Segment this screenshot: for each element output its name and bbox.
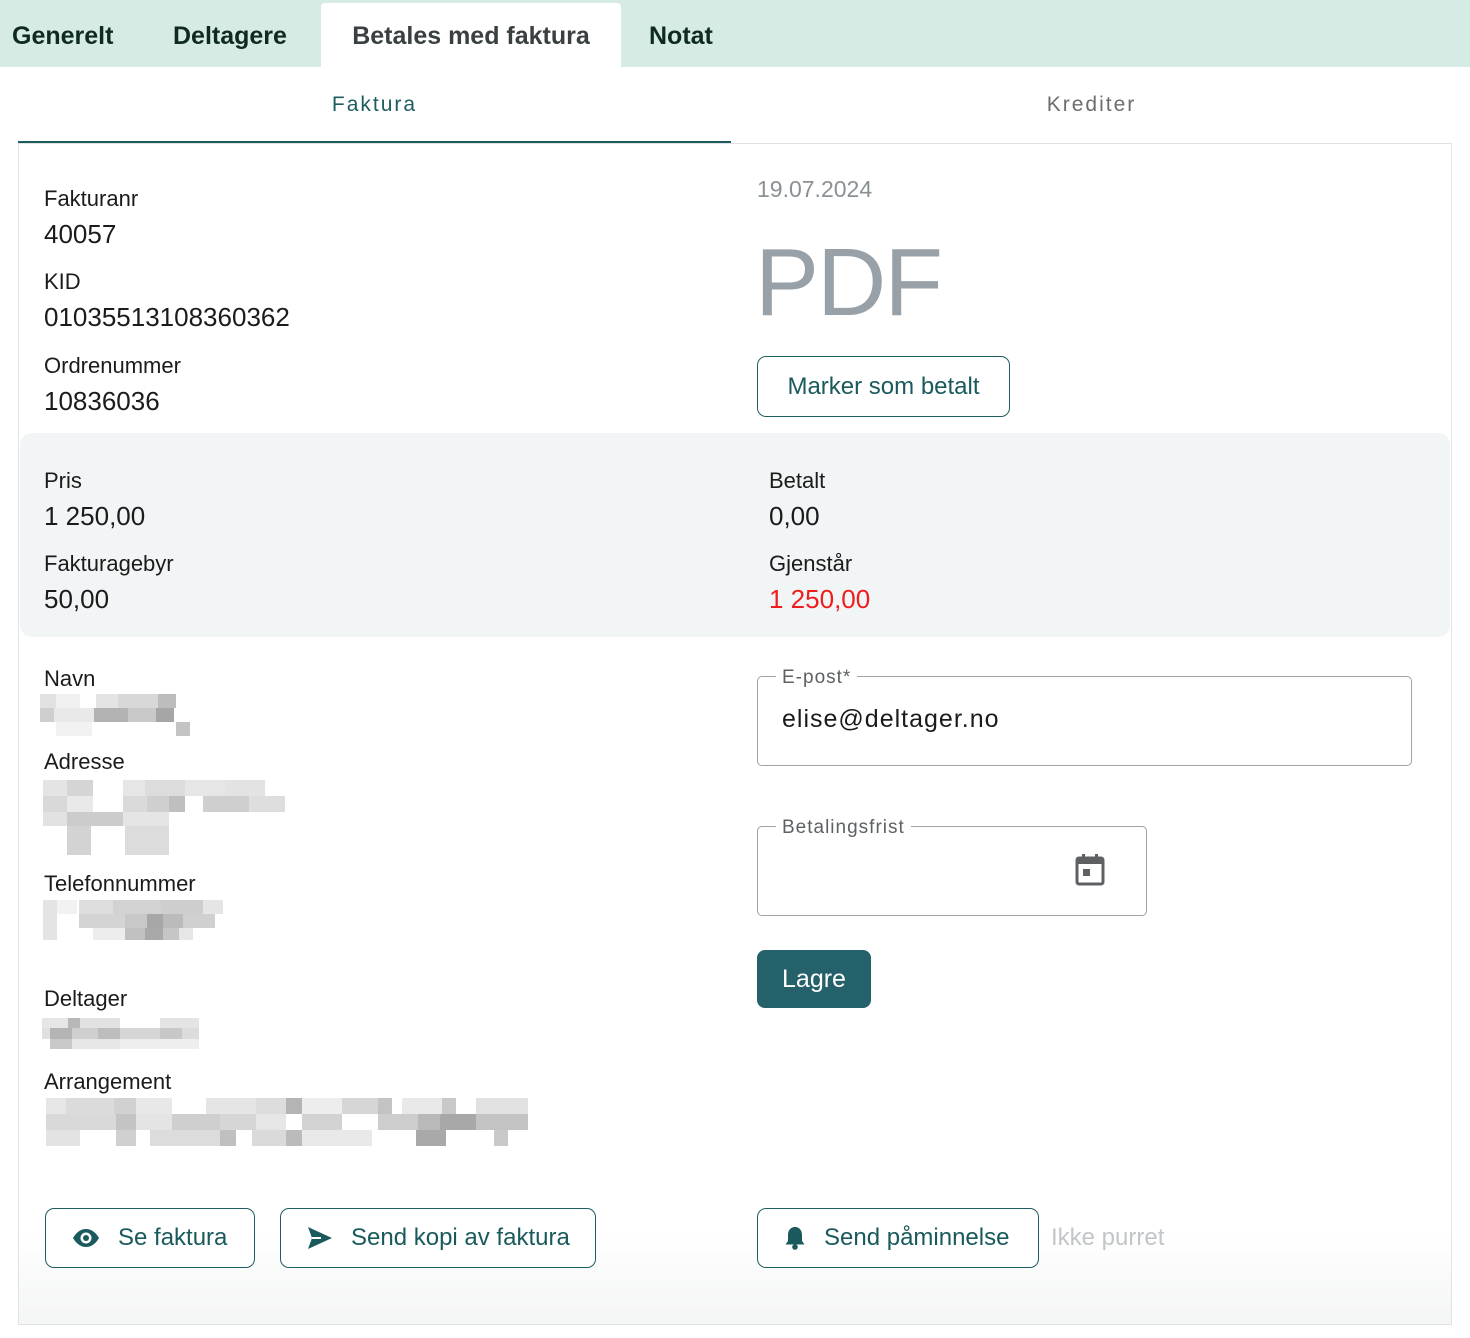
- invoice-date: 19.07.2024: [757, 176, 873, 202]
- deltager-label: Deltager: [44, 986, 128, 1011]
- adresse-label: Adresse: [44, 749, 125, 774]
- email-input-value[interactable]: elise@deltager.no: [782, 705, 1000, 734]
- payment-summary: [20, 433, 1450, 637]
- kid-value: 01035513108360362: [44, 302, 290, 332]
- mark-paid-button[interactable]: Marker som betalt: [757, 356, 1010, 417]
- fakturagebyr-value: 50,00: [44, 584, 110, 614]
- ordrenummer-value: 10836036: [44, 386, 160, 416]
- pris-label: Pris: [44, 468, 82, 493]
- subtab-faktura[interactable]: Faktura: [18, 68, 731, 144]
- subtab-krediter[interactable]: Krediter: [731, 68, 1452, 144]
- bell-icon: [784, 1225, 806, 1251]
- navn-value-redacted: [40, 694, 190, 736]
- ordrenummer-label: Ordrenummer: [44, 353, 181, 378]
- navn-label: Navn: [44, 666, 96, 691]
- telefon-label: Telefonnummer: [44, 871, 196, 896]
- send-icon: [307, 1226, 333, 1250]
- email-field-label: E-post*: [776, 667, 858, 689]
- eye-icon: [72, 1228, 100, 1248]
- save-button[interactable]: Lagre: [757, 950, 871, 1008]
- gjenstar-label: Gjenstår: [769, 551, 853, 576]
- arrangement-label: Arrangement: [44, 1069, 172, 1094]
- tab-notat[interactable]: Notat: [637, 3, 725, 67]
- calendar-icon[interactable]: [1072, 852, 1108, 888]
- view-invoice-label: Se faktura: [118, 1224, 228, 1251]
- send-reminder-button[interactable]: Send påminnelse: [757, 1208, 1039, 1268]
- mark-paid-label: Marker som betalt: [787, 372, 980, 400]
- telefon-value-redacted: [43, 900, 223, 940]
- reminder-status: Ikke purret: [1051, 1224, 1165, 1251]
- tab-generelt[interactable]: Generelt: [0, 3, 125, 67]
- deltager-value-redacted: [42, 1018, 199, 1049]
- send-copy-label: Send kopi av faktura: [351, 1224, 570, 1251]
- tab-deltagere[interactable]: Deltagere: [161, 3, 299, 67]
- view-invoice-button[interactable]: Se faktura: [45, 1208, 255, 1268]
- pris-value: 1 250,00: [44, 501, 146, 531]
- betalt-label: Betalt: [769, 468, 826, 493]
- gjenstar-value: 1 250,00: [769, 584, 871, 614]
- send-copy-button[interactable]: Send kopi av faktura: [280, 1208, 596, 1268]
- kid-label: KID: [44, 269, 81, 294]
- fakturagebyr-label: Fakturagebyr: [44, 551, 174, 576]
- due-date-label: Betalingsfrist: [776, 817, 911, 839]
- adresse-value-redacted: [43, 780, 285, 855]
- fakturanr-label: Fakturanr: [44, 186, 139, 211]
- arrangement-value-redacted: [46, 1098, 528, 1146]
- betalt-value: 0,00: [769, 501, 820, 531]
- pdf-link[interactable]: PDF: [755, 228, 943, 338]
- top-tab-bar: Generelt Deltagere Betales med faktura N…: [0, 0, 1470, 67]
- tab-betales-med-faktura[interactable]: Betales med faktura: [321, 3, 621, 67]
- send-reminder-label: Send påminnelse: [824, 1224, 1010, 1251]
- fakturanr-value: 40057: [44, 219, 117, 249]
